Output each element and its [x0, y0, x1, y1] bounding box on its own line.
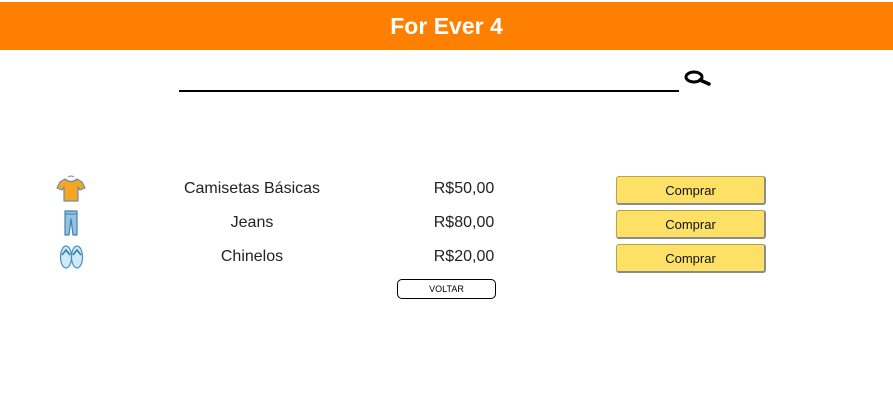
search-button[interactable]	[683, 69, 713, 89]
search-input[interactable]	[179, 70, 679, 92]
site-header: For Ever 4	[0, 2, 893, 50]
product-price: R$20,00	[433, 248, 495, 265]
product-name: Chinelos	[220, 248, 284, 265]
product-row: Chinelos R$20,00 Comprar	[0, 243, 893, 273]
buy-button[interactable]: Comprar	[616, 210, 766, 239]
jeans-icon	[56, 209, 86, 237]
product-price: R$50,00	[433, 180, 495, 197]
product-row: Jeans R$80,00 Comprar	[0, 209, 893, 239]
buy-button[interactable]: Comprar	[616, 244, 766, 273]
product-price: R$80,00	[433, 214, 495, 231]
site-title: For Ever 4	[390, 12, 503, 39]
back-button[interactable]: VOLTAR	[397, 279, 496, 299]
product-name: Camisetas Básicas	[183, 180, 321, 197]
flip-flops-icon	[56, 243, 86, 271]
product-row: Camisetas Básicas R$50,00 Comprar	[0, 175, 893, 205]
buy-button[interactable]: Comprar	[616, 176, 766, 205]
page: For Ever 4 Camisetas Básicas R$50,00 Com…	[0, 0, 893, 407]
product-name: Jeans	[230, 214, 274, 231]
search-icon	[684, 70, 711, 86]
tshirt-icon	[56, 175, 86, 203]
